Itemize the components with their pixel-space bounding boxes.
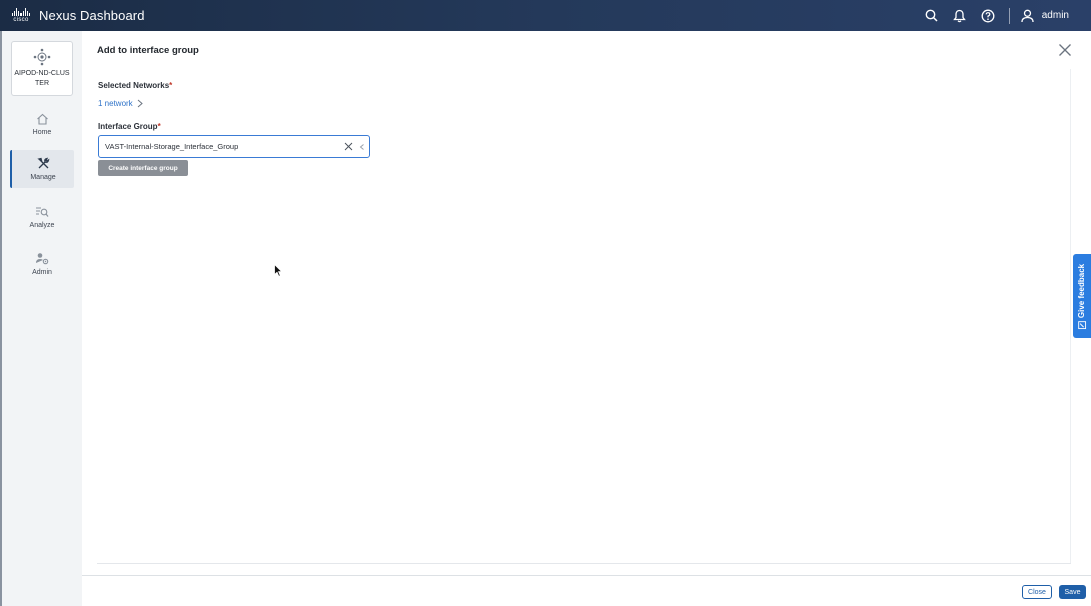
dialog-panel: Add to interface group Selected Networks… [82, 31, 1091, 606]
tools-icon [36, 157, 49, 169]
nav-label-home: Home [32, 128, 52, 136]
nav-label-admin: Admin [32, 269, 52, 276]
dialog-footer: Close Save [82, 575, 1091, 606]
app-title: Nexus Dashboard [39, 8, 145, 23]
nav-label-manage: Manage [30, 174, 56, 181]
chevron-left-icon[interactable] [358, 143, 366, 151]
selected-networks-link[interactable]: 1 network [98, 99, 143, 108]
cluster-icon [33, 48, 51, 66]
bell-icon[interactable] [952, 8, 968, 24]
brand[interactable]: cisco Nexus Dashboard [9, 7, 145, 25]
interface-group-label: Interface Group* [98, 122, 161, 131]
home-icon [36, 113, 48, 125]
nav-item-admin[interactable]: Admin [10, 245, 74, 283]
cisco-logo: cisco [9, 7, 33, 25]
selected-networks-value: 1 network [98, 99, 133, 108]
search-icon[interactable] [924, 8, 940, 24]
cluster-name: AIPOD-ND-CLUSTER [14, 70, 70, 87]
required-marker: * [157, 122, 161, 131]
selected-networks-label-text: Selected Networks [98, 81, 170, 90]
interface-group-select[interactable]: VAST-Internal-Storage_Interface_Group [98, 135, 370, 158]
left-nav: AIPOD-ND-CLUSTER Home Manage Analyze Adm… [0, 31, 82, 606]
give-feedback-label: Give feedback [1077, 263, 1087, 318]
create-interface-group-button[interactable]: Create interface group [98, 160, 188, 176]
page-title: Add to interface group [97, 45, 199, 56]
give-feedback-tab[interactable]: Give feedback [1073, 254, 1091, 338]
nav-item-home[interactable]: Home [10, 105, 74, 143]
topbar-divider [1008, 7, 1010, 24]
cluster-selector[interactable]: AIPOD-ND-CLUSTER [11, 41, 73, 96]
selected-networks-label: Selected Networks* [98, 81, 172, 90]
content-divider [97, 563, 1071, 564]
analyze-icon [36, 207, 49, 217]
nav-label-analyze: Analyze [29, 221, 55, 229]
feedback-icon [1078, 320, 1086, 329]
nav-item-analyze[interactable]: Analyze [10, 198, 74, 236]
interface-group-value: VAST-Internal-Storage_Interface_Group [105, 142, 239, 151]
content-right-border [1070, 69, 1071, 563]
help-icon[interactable] [980, 8, 996, 24]
top-bar: cisco Nexus Dashboard admin [0, 0, 1091, 31]
save-button[interactable]: Save [1059, 585, 1086, 599]
nav-item-manage[interactable]: Manage [10, 150, 74, 188]
user-name[interactable]: admin [1042, 10, 1069, 21]
admin-icon [36, 253, 49, 265]
chevron-right-icon [137, 99, 143, 108]
user-icon[interactable] [1020, 8, 1036, 24]
mouse-cursor-icon [274, 264, 283, 277]
close-icon[interactable] [1058, 43, 1072, 57]
required-marker: * [169, 81, 173, 90]
interface-group-label-text: Interface Group [98, 122, 158, 131]
close-button[interactable]: Close [1022, 585, 1052, 599]
clear-icon[interactable] [344, 142, 353, 151]
cisco-logo-text: cisco [13, 17, 29, 23]
